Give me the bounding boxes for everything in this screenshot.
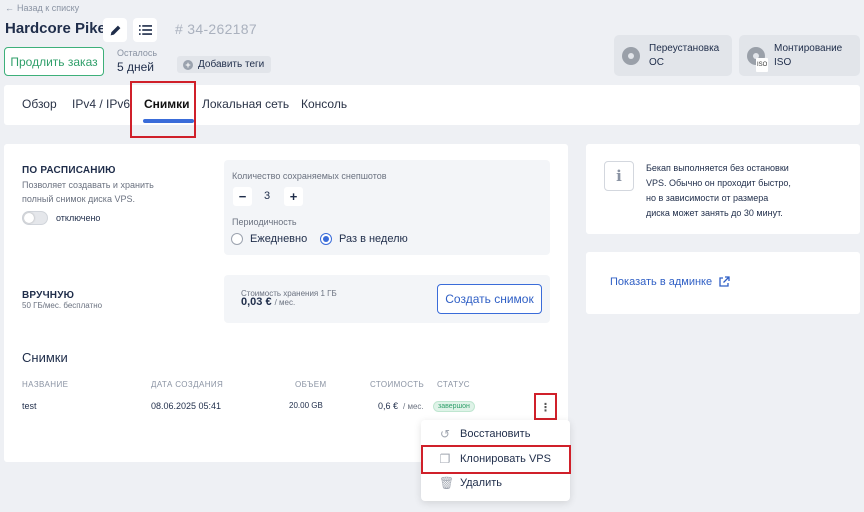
tab-ip[interactable]: IPv4 / IPv6: [72, 97, 130, 111]
tab-local-network[interactable]: Локальная сеть: [202, 97, 289, 111]
row-size: 20.00 GB: [289, 401, 323, 410]
edit-button[interactable]: [103, 18, 127, 42]
snapshot-context-menu: ↺ Восстановить ❐ Клонировать VPS 🗑 Удали…: [421, 420, 570, 501]
menu-delete-label: Удалить: [460, 477, 502, 489]
period-daily-label: Ежедневно: [250, 233, 308, 245]
storage-price-value: 0,03 €: [241, 296, 272, 308]
plus-circle-icon: +: [183, 59, 193, 70]
mount-line1: Монтирование: [774, 42, 843, 54]
toggle-label: отключено: [56, 213, 101, 223]
row-name: test: [22, 401, 37, 411]
info-line2: VPS. Обычно он проходит быстро,: [646, 178, 791, 188]
manual-desc: 50 ГБ/мес. бесплатно: [22, 301, 103, 310]
tab-overview[interactable]: Обзор: [22, 97, 57, 111]
restore-icon: ↺: [439, 427, 451, 441]
trash-icon: 🗑: [439, 476, 455, 490]
col-name: НАЗВАНИЕ: [22, 380, 69, 389]
schedule-toggle[interactable]: [22, 211, 48, 225]
radio-daily[interactable]: [231, 233, 243, 245]
prolong-button[interactable]: Продлить заказ: [4, 47, 104, 76]
period-label: Периодичность: [232, 217, 297, 227]
col-cost: СТОИМОСТЬ: [370, 380, 425, 389]
col-size: ОБЪЕМ: [295, 380, 327, 389]
snapshots-title: Снимки: [22, 350, 68, 365]
info-line1: Бекап выполняется без остановки: [646, 163, 789, 173]
menu-clone-label: Клонировать VPS: [460, 453, 551, 465]
reinstall-line2: ОС: [649, 56, 664, 68]
count-label: Количество сохраняемых снепшотов: [232, 171, 387, 181]
row-cost-unit: / мес.: [403, 402, 424, 411]
mount-line2: ISO: [774, 56, 792, 68]
iso-tag: ISO: [756, 57, 769, 72]
radio-weekly[interactable]: [320, 233, 332, 245]
remaining-value: 5 дней: [117, 60, 155, 74]
add-tags-button[interactable]: + Добавить теги: [177, 56, 271, 73]
col-date: ДАТА СОЗДАНИЯ: [151, 380, 224, 389]
back-link[interactable]: ← Назад к списку: [5, 3, 79, 13]
iso-disc-icon: ISO: [747, 46, 769, 72]
admin-link-label: Показать в админке: [610, 276, 713, 288]
external-link-icon: [719, 276, 730, 287]
increment-button[interactable]: +: [284, 187, 303, 206]
schedule-desc: Позволяет создавать и хранить полный сни…: [22, 178, 154, 206]
show-in-admin-link[interactable]: Показать в админке: [610, 276, 730, 288]
col-status: СТАТУС: [437, 380, 470, 389]
menu-restore-label: Восстановить: [460, 428, 531, 440]
remaining-label: Осталось: [117, 48, 158, 58]
schedule-desc-line1: Позволяет создавать и хранить: [22, 180, 154, 190]
info-text: Бекап выполняется без остановки VPS. Обы…: [646, 161, 791, 221]
decrement-button[interactable]: −: [233, 187, 252, 206]
mount-iso-button[interactable]: ISO Монтирование ISO: [739, 35, 860, 76]
reinstall-line1: Переустановка: [649, 42, 720, 54]
list-button[interactable]: [133, 18, 157, 42]
back-link-label: Назад к списку: [17, 3, 80, 13]
row-date: 08.06.2025 05:41: [151, 401, 222, 411]
list-icon: [138, 25, 152, 35]
tab-console[interactable]: Консоль: [301, 97, 347, 111]
reinstall-os-button[interactable]: Переустановка ОС: [614, 35, 732, 76]
active-tab-indicator: [143, 119, 194, 123]
info-line4: диска может занять до 30 минут.: [646, 208, 783, 218]
menu-clone-vps[interactable]: ❐ Клонировать VPS: [439, 453, 551, 465]
vps-id: # 34-262187: [175, 21, 257, 37]
tab-bar: Обзор IPv4 / IPv6 Снимки Локальная сеть …: [4, 85, 860, 125]
period-option-daily[interactable]: Ежедневно: [231, 233, 307, 245]
row-cost: 0,6 €: [378, 401, 399, 411]
pencil-icon: [110, 25, 120, 35]
period-option-weekly[interactable]: Раз в неделю: [320, 233, 408, 245]
arrow-left-icon: ←: [5, 3, 14, 13]
schedule-desc-line2: полный снимок диска VPS.: [22, 194, 135, 204]
page-title: Hardcore Pike: [5, 20, 106, 37]
status-badge: завершон: [433, 401, 475, 412]
storage-price: 0,03 € / мес.: [241, 296, 295, 310]
add-tags-label: Добавить теги: [198, 59, 265, 70]
count-value: 3: [264, 190, 271, 202]
schedule-title: ПО РАСПИСАНИЮ: [22, 165, 116, 176]
tab-snapshots[interactable]: Снимки: [144, 97, 190, 111]
storage-price-unit: / мес.: [274, 298, 296, 307]
menu-restore[interactable]: ↺ Восстановить: [439, 428, 530, 440]
disc-icon: [622, 46, 640, 65]
period-weekly-label: Раз в неделю: [339, 233, 408, 245]
row-actions-button[interactable]: ⋮: [537, 397, 554, 417]
table-row[interactable]: test 08.06.2025 05:41 20.00 GB 0,6 € / м…: [0, 398, 564, 416]
create-snapshot-button[interactable]: Создать снимок: [437, 284, 542, 314]
menu-delete[interactable]: 🗑 Удалить: [439, 477, 502, 489]
info-icon: i: [604, 161, 634, 191]
clone-icon: ❐: [439, 452, 451, 466]
info-line3: но в зависимости от размера: [646, 193, 769, 203]
